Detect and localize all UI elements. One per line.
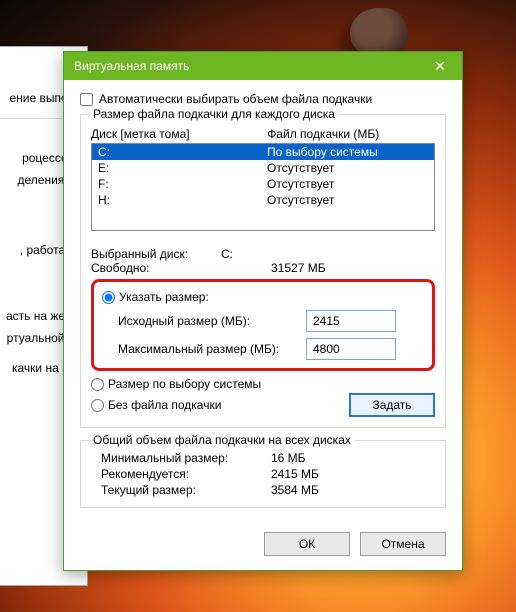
drive-row[interactable]: E:Отсутствует bbox=[92, 160, 434, 176]
radio-system-managed-row[interactable]: Размер по выбору системы bbox=[91, 377, 435, 391]
selected-drive-value: C: bbox=[221, 247, 233, 261]
per-drive-group: Размер файла подкачки для каждого диска … bbox=[80, 114, 446, 428]
free-space-value: 31527 МБ bbox=[271, 261, 326, 275]
auto-manage-label: Автоматически выбирать объем файла подка… bbox=[99, 92, 372, 106]
auto-manage-checkbox-row[interactable]: Автоматически выбирать объем файла подка… bbox=[80, 92, 446, 106]
radio-no-pagefile[interactable] bbox=[91, 399, 104, 412]
titlebar[interactable]: Виртуальная память ✕ bbox=[64, 52, 462, 80]
initial-size-label: Исходный размер (МБ): bbox=[118, 314, 298, 328]
cancel-button[interactable]: Отмена bbox=[360, 532, 446, 556]
dialog-button-row: ОК Отмена bbox=[64, 522, 462, 570]
col-disk-header: Диск [метка тома] bbox=[91, 127, 267, 141]
recommended-label: Рекомендуется: bbox=[101, 467, 271, 481]
selected-drive-label: Выбранный диск: bbox=[91, 247, 221, 261]
summary-legend: Общий объем файла подкачки на всех диска… bbox=[89, 433, 355, 447]
drive-letter: H: bbox=[98, 193, 267, 207]
min-size-label: Минимальный размер: bbox=[101, 451, 271, 465]
drive-row[interactable]: C:По выбору системы bbox=[92, 144, 434, 160]
drive-row[interactable]: H:Отсутствует bbox=[92, 192, 434, 208]
auto-manage-checkbox[interactable] bbox=[80, 93, 93, 106]
current-size-value: 3584 МБ bbox=[271, 483, 319, 497]
drive-status: Отсутствует bbox=[267, 193, 428, 207]
dialog-content: Автоматически выбирать объем файла подка… bbox=[64, 80, 462, 522]
drive-status: По выбору системы bbox=[267, 145, 428, 159]
summary-group: Общий объем файла подкачки на всех диска… bbox=[80, 440, 446, 508]
close-icon: ✕ bbox=[434, 58, 446, 75]
radio-custom-size-label: Указать размер: bbox=[119, 290, 209, 304]
drive-status: Отсутствует bbox=[267, 161, 428, 175]
virtual-memory-dialog: Виртуальная память ✕ Автоматически выбир… bbox=[63, 51, 463, 571]
per-drive-legend: Размер файла подкачки для каждого диска bbox=[89, 107, 339, 121]
drive-list-header: Диск [метка тома] Файл подкачки (МБ) bbox=[91, 127, 435, 141]
free-space-label: Свободно: bbox=[91, 261, 221, 275]
col-pagefile-header: Файл подкачки (МБ) bbox=[267, 127, 435, 141]
drive-list[interactable]: C:По выбору системыE:ОтсутствуетF:Отсутс… bbox=[91, 143, 435, 231]
ok-button[interactable]: ОК bbox=[264, 532, 350, 556]
radio-system-managed-label: Размер по выбору системы bbox=[108, 377, 261, 391]
close-button[interactable]: ✕ bbox=[426, 52, 454, 80]
recommended-value: 2415 МБ bbox=[271, 467, 319, 481]
radio-no-pagefile-label: Без файла подкачки bbox=[108, 398, 221, 412]
set-button[interactable]: Задать bbox=[349, 393, 435, 417]
drive-letter: E: bbox=[98, 161, 267, 175]
max-size-label: Максимальный размер (МБ): bbox=[118, 342, 298, 356]
drive-status: Отсутствует bbox=[267, 177, 428, 191]
drive-letter: C: bbox=[98, 145, 267, 159]
radio-custom-size[interactable] bbox=[102, 291, 115, 304]
custom-size-highlight: Указать размер: Исходный размер (МБ): Ма… bbox=[91, 279, 435, 371]
radio-custom-size-row[interactable]: Указать размер: bbox=[102, 290, 424, 304]
dialog-title: Виртуальная память bbox=[74, 59, 189, 73]
drive-row[interactable]: F:Отсутствует bbox=[92, 176, 434, 192]
min-size-value: 16 МБ bbox=[271, 451, 306, 465]
radio-no-pagefile-row[interactable]: Без файла подкачки bbox=[91, 398, 221, 412]
initial-size-input[interactable] bbox=[306, 310, 396, 332]
radio-system-managed[interactable] bbox=[91, 378, 104, 391]
current-size-label: Текущий размер: bbox=[101, 483, 271, 497]
max-size-input[interactable] bbox=[306, 338, 396, 360]
drive-letter: F: bbox=[98, 177, 267, 191]
